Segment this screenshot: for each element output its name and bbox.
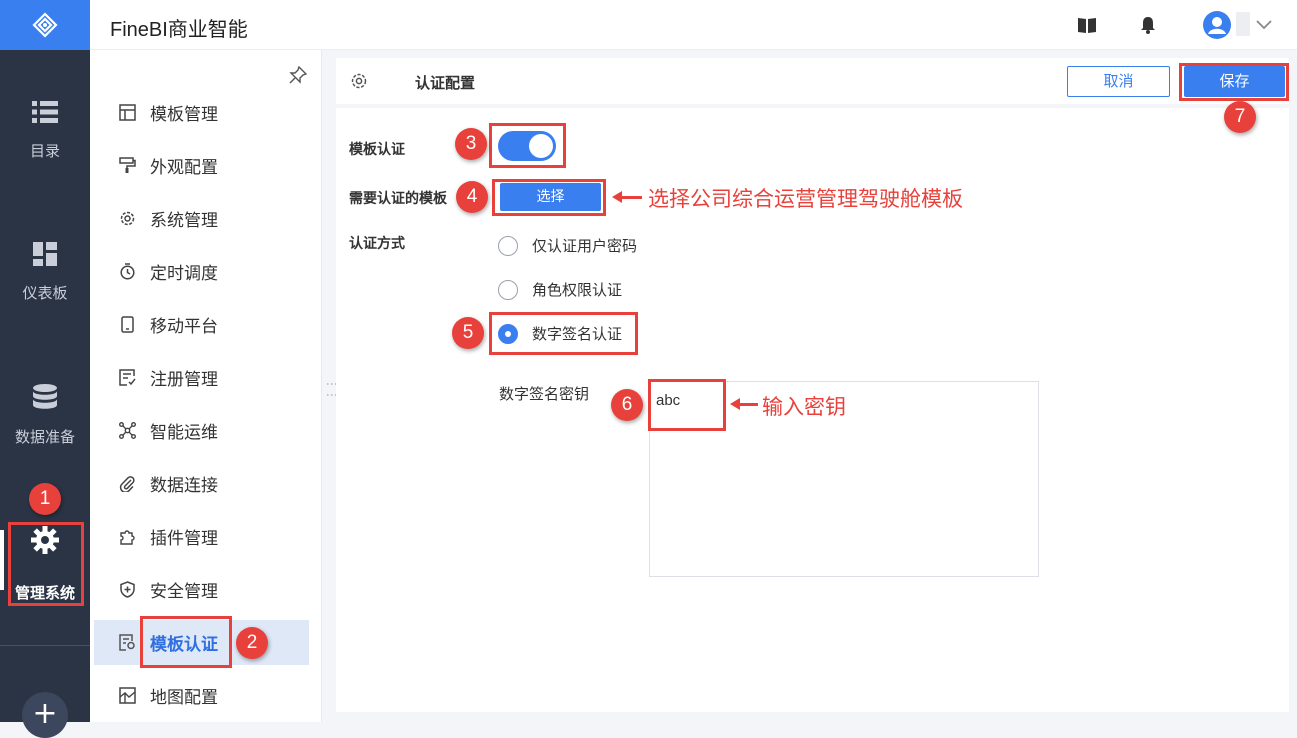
highlight-box [489, 312, 638, 355]
shield-icon [118, 581, 136, 599]
user-icon [1208, 17, 1226, 34]
radio-label: 仅认证用户密码 [532, 237, 638, 255]
highlight-box [492, 179, 606, 216]
step-badge: 6 [611, 389, 643, 421]
menu-item-label: 移动平台 [150, 317, 218, 337]
radio-password-only[interactable]: 仅认证用户密码 [498, 235, 637, 256]
timer-icon [118, 263, 136, 281]
template-auth-label: 模板认证 [349, 142, 405, 158]
rail-label: 数据准备 [14, 428, 75, 446]
menu-item-label: 外观配置 [150, 158, 218, 178]
radio-button[interactable] [498, 279, 518, 300]
bell-icon[interactable] [1140, 16, 1156, 34]
menu-item-mobile[interactable]: 移动平台 [90, 302, 322, 347]
arrow-left [730, 398, 758, 410]
puzzle-icon [118, 528, 136, 546]
arrow-left [612, 191, 642, 203]
rail-item-catalog[interactable]: 目录 [0, 100, 90, 161]
menu-item-label: 模板管理 [150, 105, 218, 125]
cancel-button[interactable]: 取消 [1067, 66, 1170, 97]
panel-title: 认证配置 [415, 74, 476, 92]
dashboard-icon [33, 242, 57, 266]
rail-item-data-prep[interactable]: 数据准备 [0, 384, 90, 447]
menu-item-template-management[interactable]: 模板管理 [90, 90, 322, 135]
rail-divider [0, 645, 90, 646]
auth-method-label: 认证方式 [349, 236, 405, 252]
highlight-box [648, 379, 726, 431]
step-badge: 3 [455, 128, 487, 160]
pin-icon[interactable] [289, 66, 307, 84]
step-badge: 1 [29, 483, 61, 515]
menu-item-label: 系统管理 [150, 211, 218, 231]
top-bar: FineBI商业智能 [90, 0, 1297, 50]
annotation-note-key: 输入密钥 [762, 395, 846, 419]
add-button[interactable]: + [22, 692, 68, 738]
menu-item-map[interactable]: 地图配置 [90, 673, 322, 718]
highlight-box [8, 522, 84, 606]
highlight-box [140, 616, 232, 668]
map-icon [118, 687, 136, 705]
radio-button[interactable] [498, 235, 518, 256]
register-icon [118, 369, 136, 387]
menu-item-plugins[interactable]: 插件管理 [90, 514, 322, 559]
menu-item-label: 智能运维 [150, 423, 218, 443]
step-badge: 4 [456, 181, 488, 213]
rail-label: 仪表板 [22, 284, 68, 302]
templates-label: 需要认证的模板 [349, 191, 447, 207]
menu-item-label: 地图配置 [150, 688, 218, 708]
gear-icon [118, 210, 136, 228]
logo-icon [32, 12, 58, 38]
template-icon [118, 104, 136, 122]
highlight-box [1179, 63, 1289, 101]
radio-label: 角色权限认证 [532, 281, 623, 299]
highlight-box [489, 123, 566, 168]
menu-item-label: 数据连接 [150, 476, 218, 496]
paperclip-icon [118, 475, 136, 493]
avatar[interactable] [1203, 11, 1231, 39]
database-icon [33, 384, 57, 409]
menu-item-appearance[interactable]: 外观配置 [90, 143, 322, 188]
step-badge: 2 [236, 627, 268, 659]
menu-item-ops[interactable]: 智能运维 [90, 408, 322, 453]
panel-header: 认证配置 取消 保存 [336, 58, 1289, 104]
user-name[interactable] [1236, 12, 1250, 36]
menu-item-label: 插件管理 [150, 529, 218, 549]
menu-item-schedule[interactable]: 定时调度 [90, 249, 322, 294]
step-badge: 7 [1224, 101, 1256, 133]
annotation-note-select: 选择公司综合运营管理驾驶舱模板 [648, 187, 963, 211]
menu-item-system[interactable]: 系统管理 [90, 196, 322, 241]
menu-item-label: 注册管理 [150, 370, 218, 390]
settings-icon [351, 73, 367, 89]
menu-item-data-connection[interactable]: 数据连接 [90, 461, 322, 506]
menu-item-register[interactable]: 注册管理 [90, 355, 322, 400]
paint-roller-icon [118, 157, 136, 175]
left-rail: 目录 仪表板 数据准备 管理系统 + [0, 0, 90, 738]
network-icon [118, 422, 136, 440]
radio-role-permission[interactable]: 角色权限认证 [498, 279, 622, 300]
menu-item-label: 定时调度 [150, 264, 218, 284]
mobile-icon [118, 316, 136, 334]
signature-key-label: 数字签名密钥 [499, 385, 590, 403]
rail-item-dashboard[interactable]: 仪表板 [0, 242, 90, 303]
menu-item-label: 安全管理 [150, 582, 218, 602]
chevron-down-icon[interactable] [1256, 20, 1272, 30]
step-badge: 5 [452, 317, 484, 349]
book-icon[interactable] [1077, 16, 1097, 34]
certificate-icon [118, 634, 136, 652]
logo[interactable] [0, 0, 90, 50]
app-title: FineBI商业智能 [110, 19, 248, 41]
list-icon [32, 101, 58, 123]
rail-label: 目录 [29, 142, 60, 160]
menu-item-security[interactable]: 安全管理 [90, 567, 322, 612]
